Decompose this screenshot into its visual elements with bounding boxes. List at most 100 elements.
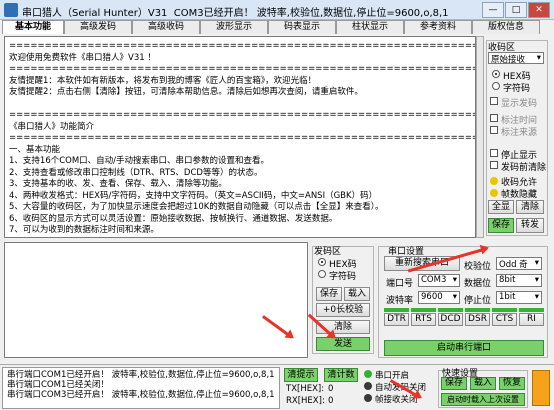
auto-send-indicator <box>364 382 372 390</box>
tx-value: 0 <box>328 384 334 394</box>
line-button-dtr[interactable]: DTR <box>384 313 409 326</box>
receive-line: 5、大容量的收码区，为了加快显示速度会把超过10K的数据自动隐藏（可以点击【全显… <box>9 202 384 212</box>
title-bar: 串口猎人（Serial Hunter）V31 COM3已经开启！ 波特率,校验位… <box>0 0 554 20</box>
line-button-rts[interactable]: RTS <box>411 313 436 326</box>
show-send-checkbox[interactable] <box>490 97 498 105</box>
receive-mode-select[interactable]: 原始接收 <box>488 52 544 65</box>
send-button[interactable]: 发送 <box>316 337 370 351</box>
receive-scrollbar[interactable] <box>476 36 484 238</box>
receive-clear-button[interactable]: 清除 <box>516 200 544 214</box>
frame-recv-label: 帧接收关闭 <box>375 395 418 405</box>
recv-char-label: 字符码 <box>503 84 531 94</box>
line-button-dsr[interactable]: DSR <box>465 313 490 326</box>
port-label: 端口号 <box>386 279 414 289</box>
close-button[interactable]: ✕ <box>528 2 550 18</box>
receive-line: 友情提醒2：点击右侧【清除】按钮，可清除本帮助信息。清除后如想再次查阅，请重启软… <box>9 87 363 97</box>
tab-7[interactable]: 版权信息 <box>472 20 540 34</box>
load-last-settings-button[interactable]: 启动时载入上次设置 <box>441 393 525 406</box>
open-port-button[interactable]: 启动串行端口 <box>384 340 544 356</box>
tab-6[interactable]: 参考资料 <box>404 20 472 34</box>
stopbits-select[interactable]: 1bit <box>496 291 542 304</box>
quick-load-button[interactable]: 载入 <box>470 377 496 390</box>
port-open-indicator <box>364 370 372 378</box>
clear-before-send-checkbox[interactable] <box>490 161 498 169</box>
receive-line: ========================================… <box>9 133 476 143</box>
app-icon <box>4 3 18 17</box>
status-line: 串行端口COM1已经关闭！ <box>7 380 109 390</box>
stop-display-checkbox[interactable] <box>490 149 498 157</box>
send-load-button[interactable]: 载入 <box>344 287 370 301</box>
receive-line: 6、收码区的显示方式可以灵活设置：原始接收数据、按帧换行、通道数据、发送数据。 <box>9 213 338 224</box>
line-indicator-rts <box>411 308 436 312</box>
tab-1[interactable]: 高级发码 <box>64 20 132 34</box>
parity-label: 校验位 <box>464 262 492 272</box>
recv-hex-radio[interactable] <box>492 70 500 78</box>
mark-time-checkbox[interactable] <box>490 114 498 122</box>
parity-select[interactable]: Odd 奇 <box>496 257 542 270</box>
send-text-area[interactable] <box>4 242 308 358</box>
status-line: 串行端口COM3已经开启！ 波特率,校验位,数据位,停止位=9600,o,8,1 <box>7 390 275 400</box>
line-indicator-dcd <box>438 308 463 312</box>
receive-line: 欢迎使用免费软件《串口猎人》V31 ！ <box>9 52 156 63</box>
receive-line: 3、支持基本的收、发、查看、保存、载入、清除等功能。 <box>9 179 227 189</box>
receive-line: ========================================… <box>9 64 476 74</box>
send-save-button[interactable]: 保存 <box>316 287 342 301</box>
clear-count-button[interactable]: 清计数 <box>324 368 358 382</box>
show-send-label: 显示发码 <box>501 99 538 109</box>
control-lines: DTR RTS DCD DSR CTS RI <box>384 308 544 326</box>
frame-hide-indicator <box>490 189 498 197</box>
receive-text-area[interactable]: ========================================… <box>4 36 476 238</box>
clear-before-send-label: 发码前清除 <box>501 163 547 173</box>
tab-3[interactable]: 波形显示 <box>200 20 268 34</box>
logo-icon <box>532 370 550 406</box>
stopbits-label: 停止位 <box>464 296 492 306</box>
send-char-radio[interactable] <box>318 270 326 278</box>
dump-button[interactable]: 转发 <box>516 218 544 233</box>
minimize-button[interactable]: — <box>482 2 504 18</box>
receive-line: 2、支持查看或修改串口控制线（DTR、RTS、DCD等等）的状态。 <box>9 167 263 178</box>
line-button-dcd[interactable]: DCD <box>438 313 463 326</box>
line-button-cts[interactable]: CTS <box>492 313 517 326</box>
frame-recv-indicator <box>364 394 372 402</box>
checksum-button[interactable]: +0长校验 <box>316 303 370 317</box>
receive-line: ========================================… <box>9 41 476 51</box>
tab-4[interactable]: 码表显示 <box>268 20 336 34</box>
line-indicator-ri <box>519 308 544 312</box>
quick-save-button[interactable]: 保存 <box>441 377 467 390</box>
mark-source-checkbox[interactable] <box>490 126 498 134</box>
rx-value: 0 <box>328 396 334 406</box>
tx-label: TX[HEX]: <box>286 384 325 394</box>
send-char-label: 字符码 <box>329 272 357 282</box>
receive-line: 《串口猎人》功能简介 <box>9 121 95 132</box>
tab-5[interactable]: 柱状显示 <box>336 20 404 34</box>
mark-source-label: 标注来源 <box>501 128 538 138</box>
frame-hide-label: 帧数隐藏 <box>501 190 538 200</box>
receive-line: 4、两种收发格式：HEX码/字符码，支持中文字符码。（英文=ASCII码，中文=… <box>9 190 378 201</box>
tab-2[interactable]: 高级收码 <box>132 20 200 34</box>
databits-label: 数据位 <box>464 279 492 289</box>
tab-bar: 基本功能 高级发码 高级收码 波形显示 码表显示 柱状显示 参考资料 版权信息 <box>2 20 552 34</box>
send-options-title: 发码区 <box>314 247 342 257</box>
receive-line: 友情提醒1：本软件如有新版本，将发布到我的博客《匠人的百宝箱》，欢迎光临！ <box>9 75 317 86</box>
maximize-button[interactable]: □ <box>505 2 527 18</box>
port-select[interactable]: COM3 <box>418 274 460 287</box>
rx-label: RX[HEX]: <box>286 396 325 406</box>
line-button-ri[interactable]: RI <box>519 313 544 326</box>
full-show-button[interactable]: 全显 <box>488 200 514 214</box>
status-line: 串行端口COM1已经开启！ 波特率,校验位,数据位,停止位=9600,o,8,1 <box>7 370 275 380</box>
receive-save-button[interactable]: 保存 <box>488 218 514 233</box>
quick-restore-button[interactable]: 恢复 <box>499 377 525 390</box>
recv-char-radio[interactable] <box>492 82 500 90</box>
databits-select[interactable]: 8bit <box>496 274 542 287</box>
send-hex-radio[interactable] <box>318 258 326 266</box>
status-log: 串行端口COM1已经开启！ 波特率,校验位,数据位,停止位=9600,o,8,1… <box>2 367 280 409</box>
tab-0[interactable]: 基本功能 <box>2 20 64 34</box>
baud-select[interactable]: 9600 <box>418 291 460 304</box>
line-indicator-cts <box>492 308 517 312</box>
receive-line: 一、基本功能 <box>9 144 61 155</box>
line-indicator-dsr <box>465 308 490 312</box>
line-indicator-dtr <box>384 308 409 312</box>
baud-label: 波特率 <box>386 296 414 306</box>
clear-tips-button[interactable]: 清提示 <box>284 368 318 382</box>
receive-line: ========================================… <box>9 110 476 120</box>
